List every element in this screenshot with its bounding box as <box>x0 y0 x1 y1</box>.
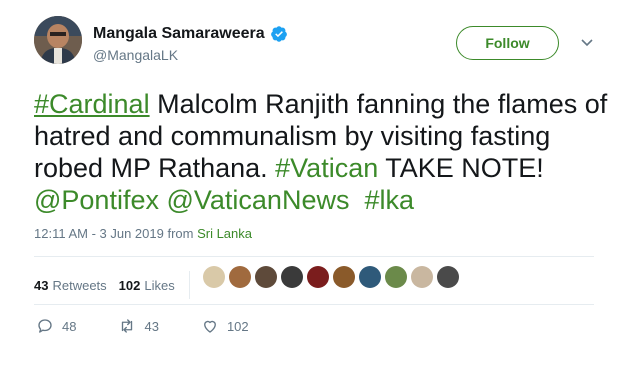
divider <box>34 304 594 305</box>
follow-button[interactable]: Follow <box>456 26 559 60</box>
liker-avatar[interactable] <box>411 266 433 288</box>
retweets-stat-count: 43 <box>34 277 49 293</box>
liker-avatar[interactable] <box>229 266 251 288</box>
retweet-icon <box>122 319 133 333</box>
liker-avatar[interactable] <box>255 266 277 288</box>
reply-button[interactable]: 48 <box>36 317 76 335</box>
liker-avatar[interactable] <box>385 266 407 288</box>
liker-avatar[interactable] <box>437 266 459 288</box>
liker-avatar[interactable] <box>307 266 329 288</box>
mention-pontifex-link[interactable]: @Pontifex <box>34 185 159 215</box>
user-avatar[interactable] <box>34 16 82 64</box>
like-button[interactable]: 102 <box>201 317 249 335</box>
hashtag-lka-link[interactable]: #lka <box>364 185 414 215</box>
reply-count: 48 <box>62 318 77 334</box>
liker-avatar[interactable] <box>203 266 225 288</box>
likes-stat-count: 102 <box>118 277 141 293</box>
likes-stat-label: Likes <box>144 277 175 293</box>
tweet-actions: 48 43 102 <box>36 317 291 335</box>
heart-icon <box>204 320 216 333</box>
engagement-stats: 43 Retweets 102 Likes <box>34 271 204 299</box>
tweet-text-part-2: TAKE NOTE! <box>378 153 544 183</box>
tweet-card: Mangala Samaraweera @MangalaLK Follow #C… <box>0 0 627 367</box>
mention-vaticannews-link[interactable]: @VaticanNews <box>166 185 349 215</box>
hashtag-cardinal-link[interactable]: #Cardinal <box>34 89 150 119</box>
retweets-stat[interactable]: 43 Retweets <box>34 278 107 293</box>
retweets-stat-label: Retweets <box>52 277 107 293</box>
retweet-button[interactable]: 43 <box>118 317 159 335</box>
liker-avatar[interactable] <box>281 266 303 288</box>
reply-icon <box>38 319 52 333</box>
likers-avatars <box>203 266 459 288</box>
hashtag-vatican-link[interactable]: #Vatican <box>275 153 378 183</box>
liker-avatar[interactable] <box>333 266 355 288</box>
tweet-metadata: 12:11 AM - 3 Jun 2019 from Sri Lanka <box>34 226 252 241</box>
tweet-timestamp[interactable]: 12:11 AM - 3 Jun 2019 from <box>34 226 197 241</box>
chevron-down-icon[interactable] <box>580 36 594 50</box>
liker-avatar[interactable] <box>359 266 381 288</box>
tweet-location-link[interactable]: Sri Lanka <box>197 226 252 241</box>
display-name-text[interactable]: Mangala Samaraweera <box>93 25 265 43</box>
like-count: 102 <box>226 318 249 334</box>
likes-stat[interactable]: 102 Likes <box>119 278 175 293</box>
retweet-count: 43 <box>144 318 159 334</box>
user-handle[interactable]: @MangalaLK <box>93 47 178 63</box>
verified-badge-icon <box>270 26 287 42</box>
user-display-name[interactable]: Mangala Samaraweera <box>93 25 288 43</box>
avatar-image <box>34 16 82 64</box>
stats-separator <box>188 271 190 299</box>
divider <box>34 256 594 257</box>
tweet-text: #Cardinal Malcolm Ranjith fanning the fl… <box>34 88 614 216</box>
